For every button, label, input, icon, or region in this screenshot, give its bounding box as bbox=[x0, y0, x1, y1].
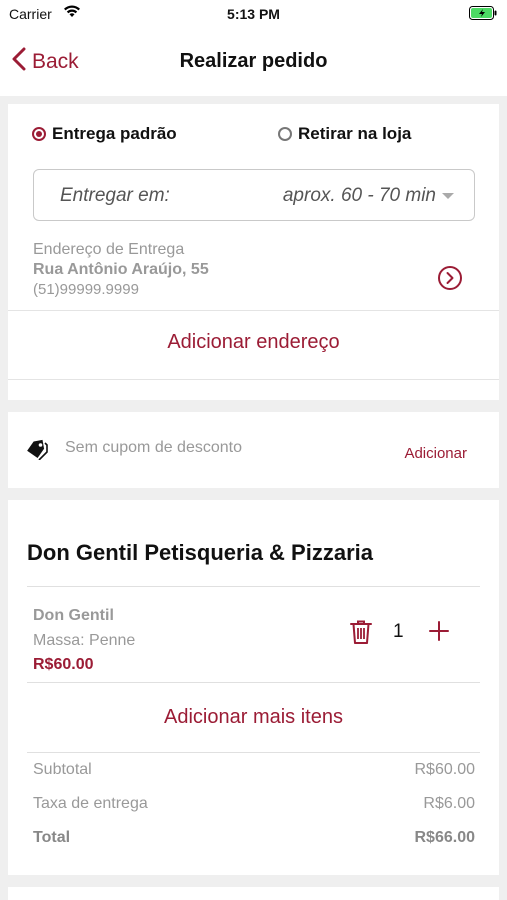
coupon-card: Sem cupom de desconto Adicionar bbox=[8, 412, 499, 488]
delivery-time-value: aprox. 60 - 70 min bbox=[282, 185, 436, 206]
trash-icon[interactable] bbox=[350, 619, 372, 650]
total-value: R$66.00 bbox=[414, 829, 476, 846]
store-name: Don Gentil Petisqueria & Pizzaria bbox=[27, 540, 373, 565]
subtotal-row: Subtotal R$60.00 bbox=[33, 761, 475, 779]
page-title: Realizar pedido bbox=[179, 50, 328, 72]
radio-pickup-label: Retirar na loja bbox=[298, 124, 412, 143]
divider bbox=[8, 310, 499, 311]
add-coupon-button[interactable]: Adicionar bbox=[404, 445, 467, 462]
subtotal-label: Subtotal bbox=[33, 761, 92, 778]
clock: 5:13 PM bbox=[227, 6, 280, 22]
add-address-button[interactable]: Adicionar endereço bbox=[8, 331, 499, 354]
divider bbox=[27, 752, 480, 753]
chevron-right-circle-icon[interactable] bbox=[437, 265, 463, 296]
item-name: Don Gentil bbox=[33, 607, 114, 624]
address-street: Rua Antônio Araújo, 55 bbox=[33, 261, 209, 278]
delivery-type-options: Entrega padrão Retirar na loja bbox=[32, 124, 475, 148]
radio-standard-delivery[interactable]: Entrega padrão bbox=[32, 124, 177, 144]
tag-icon bbox=[25, 438, 49, 465]
delivery-fee-value: R$6.00 bbox=[423, 795, 475, 812]
divider bbox=[8, 379, 499, 380]
plus-icon[interactable] bbox=[429, 621, 449, 646]
radio-selected-icon bbox=[32, 127, 46, 141]
radio-store-pickup[interactable]: Retirar na loja bbox=[278, 124, 411, 144]
subtotal-value: R$60.00 bbox=[414, 761, 476, 778]
status-bar: Carrier 5:13 PM bbox=[0, 0, 507, 30]
delivery-fee-label: Taxa de entrega bbox=[33, 795, 148, 812]
battery-icon bbox=[469, 6, 497, 25]
navigation-bar: Back Realizar pedido bbox=[0, 30, 507, 96]
address-title: Endereço de Entrega bbox=[33, 241, 185, 258]
delivery-fee-row: Taxa de entrega R$6.00 bbox=[33, 795, 475, 813]
divider bbox=[27, 682, 480, 683]
delivery-address: Endereço de Entrega Rua Antônio Araújo, … bbox=[33, 241, 475, 305]
dropdown-caret-icon bbox=[442, 193, 454, 199]
address-phone: (51)99999.9999 bbox=[33, 281, 139, 298]
item-option: Massa: Penne bbox=[33, 632, 136, 649]
total-row: Total R$66.00 bbox=[33, 829, 475, 847]
total-label: Total bbox=[33, 829, 71, 846]
radio-standard-label: Entrega padrão bbox=[52, 124, 177, 143]
next-card bbox=[8, 887, 499, 900]
delivery-card: Entrega padrão Retirar na loja Entregar … bbox=[8, 104, 499, 400]
divider bbox=[27, 586, 480, 587]
item-price: R$60.00 bbox=[33, 656, 94, 673]
delivery-time-select[interactable]: Entregar em: aprox. 60 - 70 min bbox=[33, 169, 475, 221]
delivery-time-label: Entregar em: bbox=[60, 185, 170, 206]
item-quantity: 1 bbox=[393, 621, 404, 642]
radio-unselected-icon bbox=[278, 127, 292, 141]
coupon-status-text: Sem cupom de desconto bbox=[65, 439, 242, 456]
add-more-items-button[interactable]: Adicionar mais itens bbox=[8, 706, 499, 729]
order-card: Don Gentil Petisqueria & Pizzaria Don Ge… bbox=[8, 500, 499, 875]
